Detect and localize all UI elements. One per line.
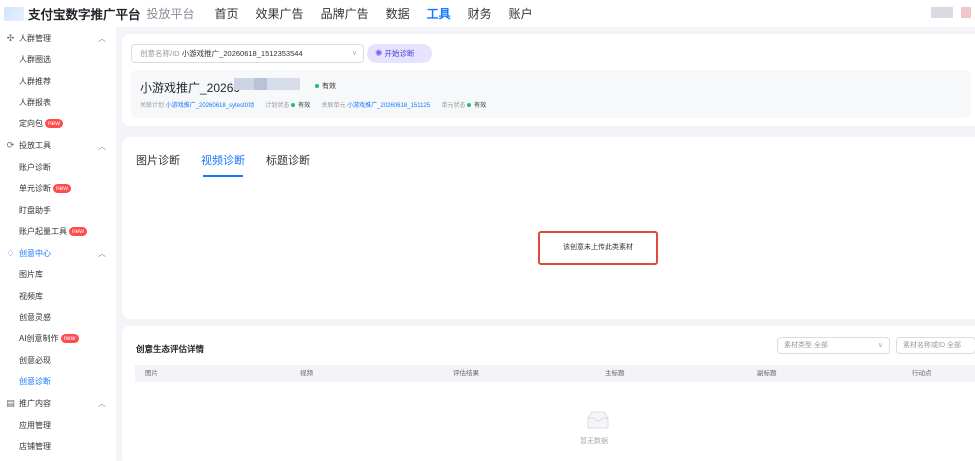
material-type-select[interactable]: 素材类型 全部 ∨ — [777, 337, 890, 354]
column-header-video: 视频 — [300, 370, 313, 377]
top-nav-data[interactable]: 数据 — [386, 5, 410, 22]
creative-info-panel: 小游戏推广_20260 有效 关联计划 小游戏推广_20260618_sytes… — [131, 70, 971, 118]
section-title: 创意生态评估详情 — [136, 344, 205, 354]
top-nav-finance[interactable]: 财务 — [468, 5, 492, 22]
sidebar-item-account-diagnosis[interactable]: 账户诊断 — [0, 157, 116, 178]
new-badge: new — [45, 119, 63, 129]
sidebar-item-app-management[interactable]: 应用管理 — [0, 414, 116, 435]
status-dot — [291, 103, 296, 108]
empty-state-message: 该创意未上传此类素材 — [538, 231, 658, 265]
top-nav-bar: 支付宝数字推广平台 投放平台 首页 效果广告 品牌广告 数据 工具 财务 账户 — [0, 0, 975, 27]
top-nav-account[interactable]: 账户 — [509, 5, 533, 22]
sidebar-section-content[interactable]: ▤ 推广内容 ︿ — [0, 392, 116, 414]
diagnosis-card: 图片诊断 视频诊断 标题诊断 该创意未上传此类素材 — [122, 137, 975, 319]
brand-logo — [4, 6, 24, 21]
sparkle-icon: ✺ — [375, 48, 383, 58]
start-diagnosis-button[interactable]: ✺ 开始诊断 — [367, 44, 432, 63]
tab-video-diagnosis[interactable]: 视频诊断 — [201, 152, 245, 177]
column-header-subtitle: 副标题 — [757, 370, 777, 377]
people-icon: ✣ — [6, 32, 15, 43]
diagnosis-tabs: 图片诊断 视频诊断 标题诊断 — [136, 152, 331, 177]
sidebar-item-audience-recommend[interactable]: 人群推荐 — [0, 70, 116, 91]
chevron-up-icon: ︿ — [98, 34, 106, 43]
sidebar-item-image-library[interactable]: 图片库 — [0, 264, 116, 285]
new-badge: new — [53, 184, 71, 194]
sidebar-item-unit-diagnosis[interactable]: 单元诊断 new — [0, 178, 116, 199]
sidebar-item-creative-diagnosis[interactable]: 创意诊断 — [0, 371, 116, 392]
tool-icon: ⟳ — [6, 140, 15, 151]
creative-name: 小游戏推广_20260 — [140, 81, 241, 95]
sidebar-item-creative-inspiration[interactable]: 创意灵感 — [0, 307, 116, 328]
column-header-action: 行动点 — [912, 370, 932, 377]
redacted-mosaic — [234, 78, 300, 90]
table-header: 图片 视频 评估结果 主标题 副标题 行动点 — [135, 365, 975, 382]
sidebar-item-account-boost[interactable]: 账户起量工具 new — [0, 221, 116, 242]
creative-meta: 关联计划 小游戏推广_20260618_sytest0动 计划状态 有效 关联单… — [140, 103, 487, 109]
top-nav: 首页 效果广告 品牌广告 数据 工具 财务 账户 — [215, 5, 550, 22]
top-nav-home[interactable]: 首页 — [215, 5, 239, 22]
empty-box-icon — [587, 411, 609, 429]
tab-title-diagnosis[interactable]: 标题诊断 — [266, 152, 310, 168]
chevron-up-icon: ︿ — [98, 141, 106, 151]
sidebar-item-ai-creative[interactable]: AI创意制作 new — [0, 328, 116, 349]
sidebar-section-tools[interactable]: ⟳ 投放工具 ︿ — [0, 135, 116, 157]
doc-icon: ▤ — [6, 397, 15, 408]
sidebar-section-people[interactable]: ✣ 人群管理 ︿ — [0, 27, 116, 49]
empty-data-text: 暂无数据 — [580, 438, 608, 445]
new-badge: new — [69, 226, 87, 236]
plan-link[interactable]: 小游戏推广_20260618_sytest0动 — [166, 103, 254, 109]
column-header-image: 图片 — [145, 370, 158, 377]
sidebar-item-monitor-assistant[interactable]: 盯盘助手 — [0, 199, 116, 220]
sidebar: ✣ 人群管理 ︿ 人群圈选 人群推荐 人群报表 定向包 new ⟳ 投放工具 ︿ … — [0, 27, 116, 461]
creative-status: 有效 — [315, 81, 336, 91]
unit-link[interactable]: 小游戏推广_20260618_151125 — [347, 103, 430, 109]
bulb-icon: ♢ — [6, 247, 15, 258]
material-search-input[interactable]: 素材名称或ID 全部 — [896, 337, 975, 354]
column-header-main-title: 主标题 — [605, 370, 625, 377]
creative-header-card: 创意名称/ID 小游戏推广_20260618_1512353544 ∨ ✺ 开始诊… — [122, 34, 975, 126]
sidebar-item-store-management[interactable]: 店铺管理 — [0, 436, 116, 457]
evaluation-card: 创意生态评估详情 素材类型 全部 ∨ 素材名称或ID 全部 图片 视频 评估结果… — [122, 326, 975, 461]
new-badge: new — [60, 334, 79, 344]
status-dot — [315, 84, 319, 89]
sidebar-section-creative[interactable]: ♢ 创意中心 ︿ — [0, 242, 116, 264]
avatar[interactable] — [961, 7, 971, 18]
sidebar-item-targeting-pack[interactable]: 定向包 new — [0, 113, 116, 134]
creative-select[interactable]: 创意名称/ID 小游戏推广_20260618_1512353544 ∨ — [131, 44, 364, 63]
column-header-result: 评估结果 — [453, 370, 479, 377]
top-nav-brand-ads[interactable]: 品牌广告 — [321, 5, 369, 22]
status-dot — [467, 103, 472, 108]
platform-name: 投放平台 — [146, 7, 195, 21]
sidebar-item-audience-report[interactable]: 人群报表 — [0, 92, 116, 113]
tab-image-diagnosis[interactable]: 图片诊断 — [136, 152, 180, 168]
chevron-down-icon: ∨ — [877, 342, 883, 349]
chevron-down-icon: ∨ — [351, 50, 357, 57]
user-area — [931, 7, 975, 18]
top-nav-tools[interactable]: 工具 — [427, 5, 451, 22]
sidebar-item-audience-select[interactable]: 人群圈选 — [0, 49, 116, 70]
brand-title: 支付宝数字推广平台 — [28, 8, 141, 22]
chevron-up-icon: ︿ — [98, 399, 106, 409]
sidebar-item-video-library[interactable]: 视频库 — [0, 286, 116, 307]
chevron-up-icon: ︿ — [98, 249, 106, 259]
user-info[interactable] — [931, 7, 953, 18]
top-nav-performance-ads[interactable]: 效果广告 — [256, 5, 304, 22]
sidebar-item-creative-must-show[interactable]: 创意必现 — [0, 350, 116, 371]
